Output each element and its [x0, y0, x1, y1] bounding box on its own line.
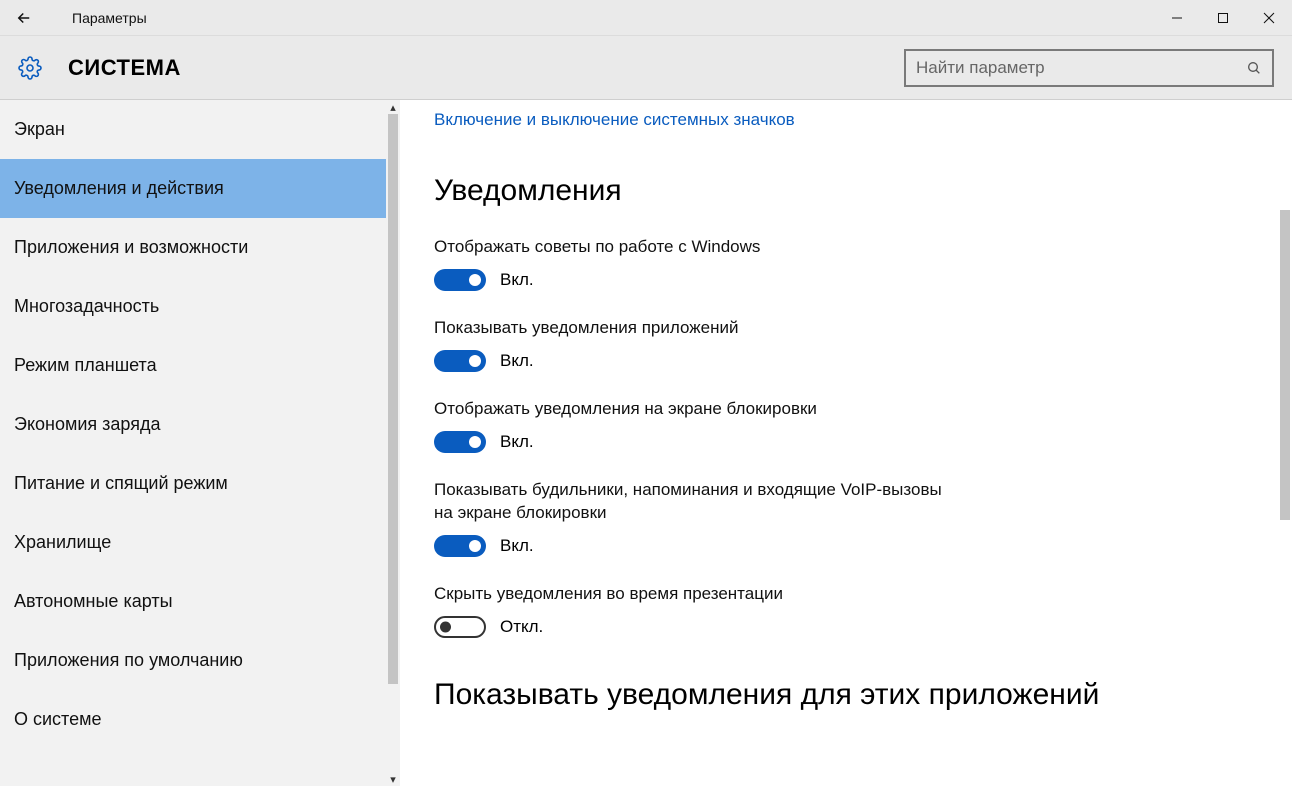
maximize-button[interactable] — [1200, 0, 1246, 36]
setting-show-app-notifications: Показывать уведомления приложений Вкл. — [434, 317, 1238, 372]
sidebar-item-power-sleep[interactable]: Питание и спящий режим — [0, 454, 386, 513]
toggle-row: Откл. — [434, 616, 1238, 638]
setting-hide-during-presentation: Скрыть уведомления во время презентации … — [434, 583, 1238, 638]
sidebar-item-default-apps[interactable]: Приложения по умолчанию — [0, 631, 386, 690]
content-container: Включение и выключение системных значков… — [400, 100, 1292, 786]
content: Включение и выключение системных значков… — [400, 100, 1278, 786]
sidebar-item-label: О системе — [14, 709, 102, 730]
window-title: Параметры — [48, 10, 147, 26]
toggle-state-label: Вкл. — [500, 351, 534, 371]
toggle-state-label: Вкл. — [500, 432, 534, 452]
scroll-up-icon[interactable]: ▴ — [386, 100, 400, 114]
maximize-icon — [1217, 12, 1229, 24]
header-bar: СИСТЕМА — [0, 36, 1292, 100]
toggle-knob — [469, 274, 481, 286]
toggle-knob — [469, 540, 481, 552]
toggle-knob — [469, 355, 481, 367]
sidebar-item-storage[interactable]: Хранилище — [0, 513, 386, 572]
sidebar-item-tablet-mode[interactable]: Режим планшета — [0, 336, 386, 395]
sidebar-item-label: Экономия заряда — [14, 414, 161, 435]
sidebar-item-label: Автономные карты — [14, 591, 173, 612]
sidebar-item-multitasking[interactable]: Многозадачность — [0, 277, 386, 336]
sidebar-item-label: Приложения и возможности — [14, 237, 248, 258]
arrow-left-icon — [15, 9, 33, 27]
sidebar-item-label: Питание и спящий режим — [14, 473, 228, 494]
link-system-icons[interactable]: Включение и выключение системных значков — [434, 110, 1238, 130]
window-controls — [1154, 0, 1292, 36]
toggle-row: Вкл. — [434, 269, 1238, 291]
minimize-button[interactable] — [1154, 0, 1200, 36]
sidebar-container: Экран Уведомления и действия Приложения … — [0, 100, 400, 786]
sidebar-scrollbar[interactable]: ▴ ▾ — [386, 100, 400, 786]
search-input[interactable] — [906, 51, 1236, 85]
toggle-switch[interactable] — [434, 269, 486, 291]
sidebar-item-label: Приложения по умолчанию — [14, 650, 243, 671]
page-title: СИСТЕМА — [68, 55, 181, 81]
close-button[interactable] — [1246, 0, 1292, 36]
sidebar-item-battery-saver[interactable]: Экономия заряда — [0, 395, 386, 454]
minimize-icon — [1171, 12, 1183, 24]
setting-label: Показывать будильники, напоминания и вхо… — [434, 479, 954, 525]
sidebar-item-label: Хранилище — [14, 532, 111, 553]
toggle-switch[interactable] — [434, 535, 486, 557]
gear-icon — [18, 56, 42, 80]
setting-label: Скрыть уведомления во время презентации — [434, 583, 954, 606]
toggle-row: Вкл. — [434, 431, 1238, 453]
sidebar-item-about[interactable]: О системе — [0, 690, 386, 749]
setting-alarms-voip-lockscreen: Показывать будильники, напоминания и вхо… — [434, 479, 1238, 557]
setting-lockscreen-notifications: Отображать уведомления на экране блокиро… — [434, 398, 1238, 453]
section-heading-notifications: Уведомления — [434, 174, 1238, 208]
sidebar-item-label: Режим планшета — [14, 355, 157, 376]
sidebar-item-label: Уведомления и действия — [14, 178, 224, 199]
toggle-state-label: Откл. — [500, 617, 543, 637]
scrollbar-thumb[interactable] — [388, 114, 398, 684]
sidebar-item-offline-maps[interactable]: Автономные карты — [0, 572, 386, 631]
toggle-state-label: Вкл. — [500, 270, 534, 290]
setting-label: Отображать советы по работе с Windows — [434, 236, 954, 259]
scroll-down-icon[interactable]: ▾ — [386, 772, 400, 786]
setting-label: Показывать уведомления приложений — [434, 317, 954, 340]
toggle-row: Вкл. — [434, 350, 1238, 372]
sidebar-item-apps-features[interactable]: Приложения и возможности — [0, 218, 386, 277]
sidebar-item-display[interactable]: Экран — [0, 100, 386, 159]
sidebar-item-label: Многозадачность — [14, 296, 159, 317]
setting-show-tips: Отображать советы по работе с Windows Вк… — [434, 236, 1238, 291]
setting-label: Отображать уведомления на экране блокиро… — [434, 398, 954, 421]
back-button[interactable] — [0, 0, 48, 36]
toggle-switch[interactable] — [434, 350, 486, 372]
toggle-knob — [440, 621, 451, 632]
body: Экран Уведомления и действия Приложения … — [0, 100, 1292, 786]
search-box[interactable] — [904, 49, 1274, 87]
toggle-switch[interactable] — [434, 616, 486, 638]
toggle-switch[interactable] — [434, 431, 486, 453]
close-icon — [1263, 12, 1275, 24]
sidebar-item-notifications[interactable]: Уведомления и действия — [0, 159, 386, 218]
title-bar: Параметры — [0, 0, 1292, 36]
sidebar-item-label: Экран — [14, 119, 65, 140]
toggle-state-label: Вкл. — [500, 536, 534, 556]
toggle-knob — [469, 436, 481, 448]
content-scrollbar[interactable] — [1278, 100, 1292, 786]
scrollbar-thumb[interactable] — [1280, 210, 1290, 520]
section-heading-app-notifications: Показывать уведомления для этих приложен… — [434, 676, 1238, 714]
toggle-row: Вкл. — [434, 535, 1238, 557]
sidebar: Экран Уведомления и действия Приложения … — [0, 100, 386, 786]
search-icon — [1236, 51, 1272, 85]
